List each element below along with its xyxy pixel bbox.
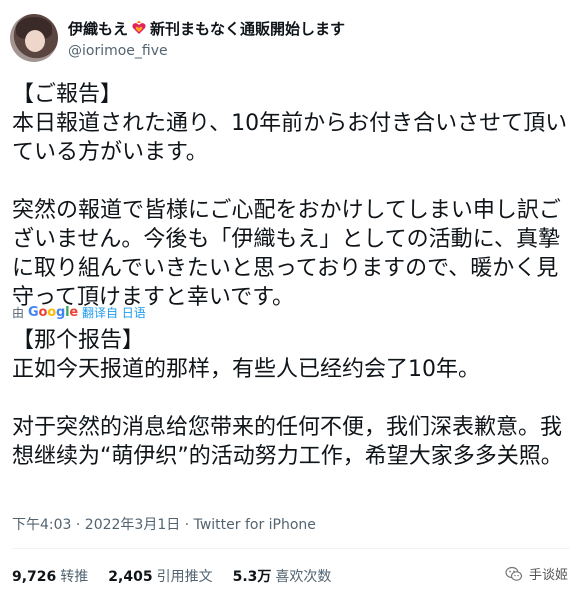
- avatar-face: [25, 30, 45, 52]
- tweet-header: 伊織もえ 新刊まもなく通販開始します @iorimoe_five: [10, 12, 345, 64]
- tweet-text-translated: 【那个报告】 正如今天报道的那样，有些人已经约会了10年。 对于突然的消息给您带…: [12, 328, 563, 469]
- translation-attribution: 由 Google 翻译自 日语: [12, 304, 146, 320]
- tweet-card: 伊織もえ 新刊まもなく通販開始します @iorimoe_five 【ご報告】 本…: [0, 0, 582, 600]
- wechat-icon: [505, 566, 523, 581]
- divider: [12, 548, 570, 549]
- google-logo-letter: e: [69, 304, 78, 320]
- display-name-suffix: 新刊まもなく通販開始します: [150, 19, 346, 38]
- heart-on-fire-icon: [132, 20, 146, 34]
- retweet-label: 转推: [60, 569, 89, 585]
- tweet-stats: 9,726 转推 2,405 引用推文 5.3万 喜欢次数: [12, 566, 331, 586]
- like-count: 5.3万: [232, 569, 272, 585]
- quote-stat[interactable]: 2,405 引用推文: [108, 566, 212, 586]
- google-logo: Google: [28, 305, 78, 320]
- google-logo-letter: G: [28, 304, 39, 320]
- user-handle[interactable]: @iorimoe_five: [68, 43, 345, 59]
- quote-label: 引用推文: [156, 569, 213, 585]
- user-names: 伊織もえ 新刊まもなく通販開始します @iorimoe_five: [68, 18, 345, 59]
- google-logo-letter: o: [47, 304, 56, 320]
- retweet-stat[interactable]: 9,726 转推: [12, 566, 88, 586]
- google-logo-letter: o: [38, 304, 48, 320]
- retweet-count: 9,726: [12, 569, 57, 585]
- watermark: 手谈姬: [505, 564, 568, 583]
- tweet-timestamp[interactable]: 下午4:03 · 2022年3月1日 · Twitter for iPhone: [12, 514, 316, 534]
- display-name-text: 伊織もえ: [68, 19, 129, 38]
- quote-count: 2,405: [108, 569, 153, 585]
- like-label: 喜欢次数: [275, 569, 332, 585]
- display-name[interactable]: 伊織もえ 新刊まもなく通販開始します: [68, 18, 345, 39]
- tweet-text-original: 【ご報告】 本日報道された通り、10年前からお付き合いさせて頂いている方がいます…: [12, 82, 568, 310]
- google-logo-letter: g: [55, 304, 66, 320]
- translation-by: 由: [12, 305, 25, 320]
- watermark-label: 手谈姬: [528, 568, 568, 583]
- translation-source-link[interactable]: 翻译自 日语: [82, 304, 146, 321]
- avatar[interactable]: [10, 14, 58, 62]
- like-stat[interactable]: 5.3万 喜欢次数: [233, 566, 332, 586]
